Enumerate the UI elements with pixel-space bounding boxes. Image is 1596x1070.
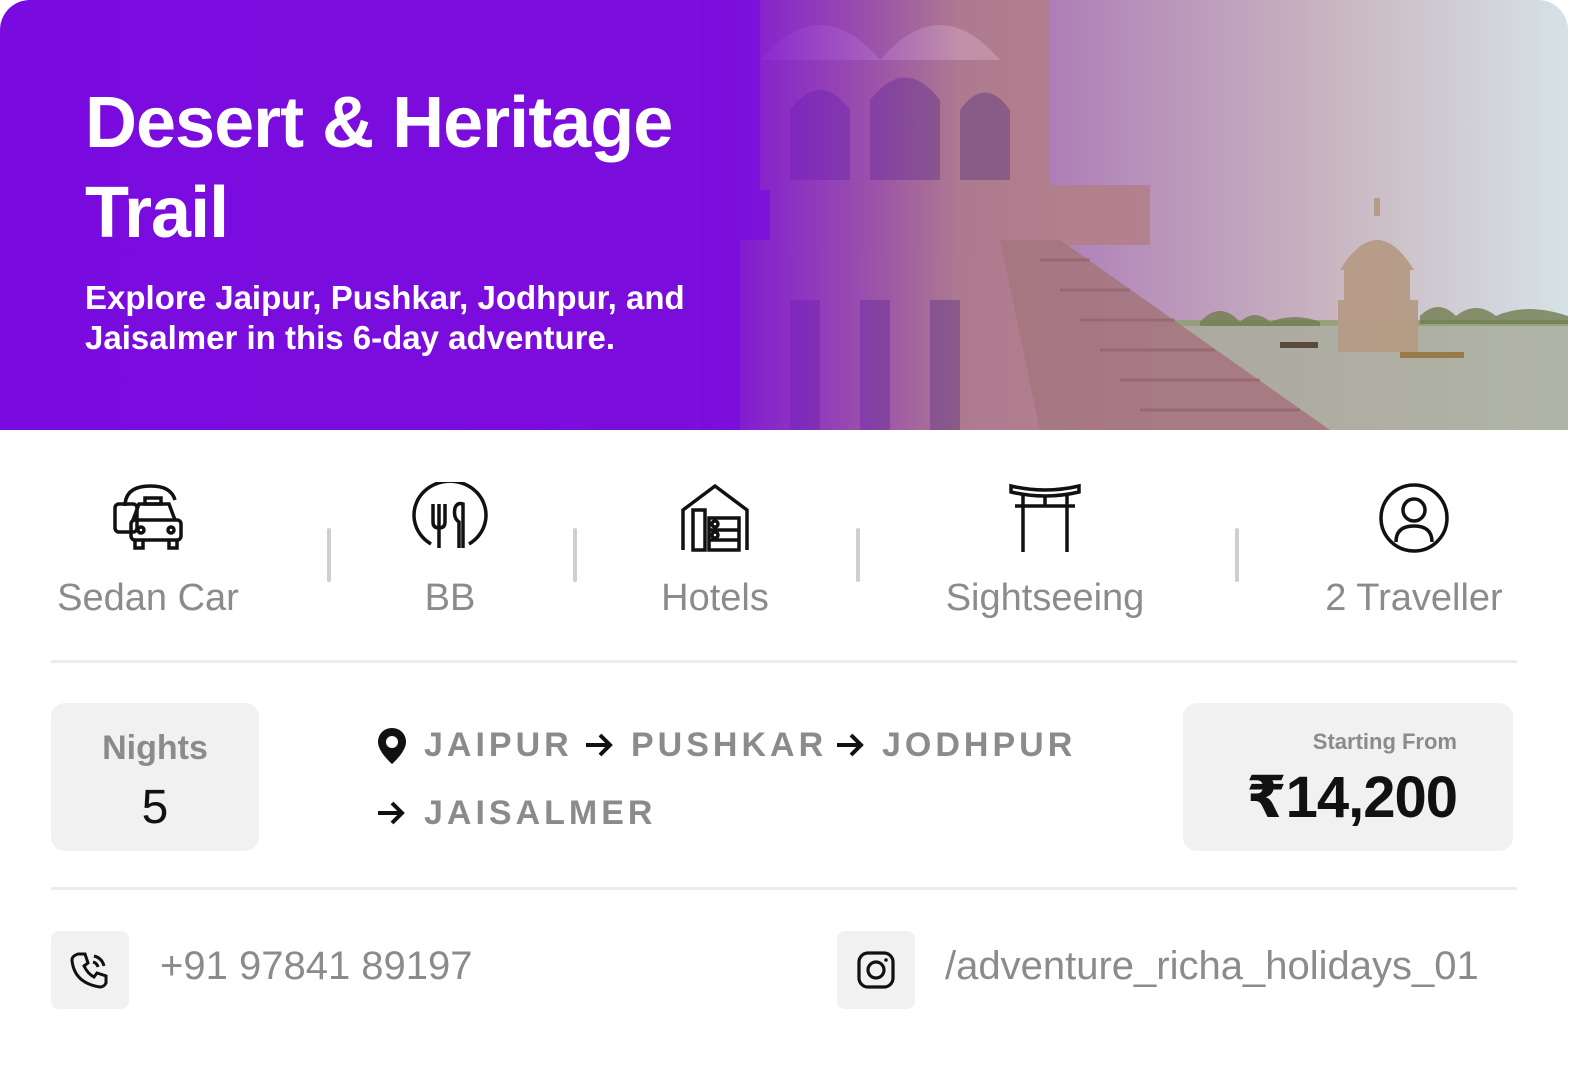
route-city: JAIPUR bbox=[424, 726, 573, 764]
route-city: JODHPUR bbox=[882, 726, 1077, 764]
user-circle-icon bbox=[1379, 483, 1449, 553]
feature-meal-plan: BB bbox=[330, 470, 570, 620]
feature-label: Sightseeing bbox=[945, 577, 1145, 619]
nights-value: 5 bbox=[141, 781, 169, 834]
arrow-right-icon bbox=[378, 801, 405, 825]
phone-call-icon bbox=[70, 952, 108, 989]
feature-label: Sedan Car bbox=[57, 577, 239, 619]
arrow-right-icon bbox=[837, 733, 864, 757]
hero-banner: Desert & Heritage Trail Explore Jaipur, … bbox=[0, 0, 1568, 430]
phone-number[interactable]: +91 97841 89197 bbox=[160, 944, 473, 989]
hero-subtitle: Explore Jaipur, Pushkar, Jodhpur, and Ja… bbox=[85, 279, 685, 356]
nights-box: Nights 5 bbox=[51, 703, 259, 851]
price-label: Starting From bbox=[1312, 729, 1457, 754]
dining-plate-icon bbox=[412, 482, 488, 548]
instagram-handle[interactable]: /adventure_richa_holidays_01 bbox=[945, 944, 1479, 989]
price-value: ₹14,200 bbox=[1246, 765, 1458, 830]
instagram-icon bbox=[857, 951, 895, 989]
feature-travellers: 2 Traveller bbox=[1294, 470, 1534, 620]
phone-button[interactable] bbox=[51, 931, 129, 1009]
feature-label: BB bbox=[424, 577, 476, 619]
feature-hotels: Hotels bbox=[595, 470, 835, 620]
divider bbox=[856, 528, 860, 582]
route-itinerary: JAIPUR PUSHKAR JODHPUR JAISALMER bbox=[372, 722, 1132, 854]
location-pin-icon bbox=[378, 728, 406, 764]
feature-label: 2 Traveller bbox=[1325, 577, 1503, 619]
hotel-house-icon bbox=[681, 483, 749, 552]
instagram-button[interactable] bbox=[837, 931, 915, 1009]
divider-line bbox=[51, 887, 1517, 890]
divider-line bbox=[51, 660, 1517, 663]
arrow-right-icon bbox=[586, 733, 613, 757]
route-city: JAISALMER bbox=[424, 794, 657, 832]
divider bbox=[1235, 528, 1239, 582]
feature-sedan-car: Sedan Car bbox=[28, 470, 268, 620]
feature-list: Sedan Car BB Hotels Sightseeing 2 Travel… bbox=[0, 470, 1568, 640]
feature-sightseeing: Sightseeing bbox=[925, 470, 1165, 620]
price-box: Starting From ₹14,200 bbox=[1183, 703, 1513, 851]
divider bbox=[573, 528, 577, 582]
feature-label: Hotels bbox=[661, 577, 769, 619]
nights-label: Nights bbox=[102, 729, 208, 767]
route-city: PUSHKAR bbox=[631, 726, 828, 764]
tour-package-card: Desert & Heritage Trail Explore Jaipur, … bbox=[0, 0, 1568, 1052]
taxi-car-icon bbox=[113, 484, 183, 550]
hero-title: Desert & Heritage Trail bbox=[85, 83, 673, 253]
torii-gate-icon bbox=[1009, 483, 1081, 552]
